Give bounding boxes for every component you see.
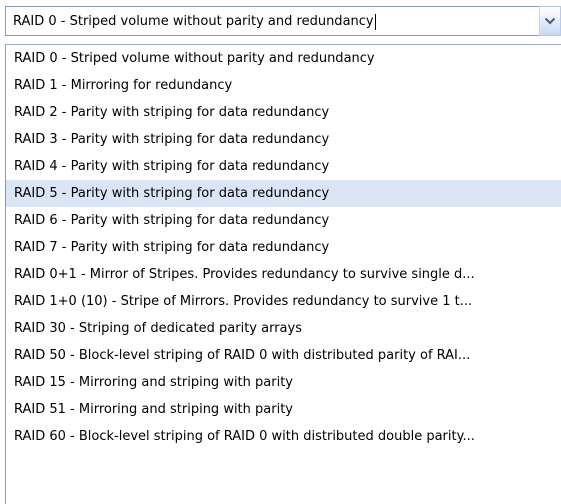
list-item-label: RAID 6 - Parity with striping for data r… bbox=[14, 213, 330, 228]
raid-options-list[interactable]: RAID 0 - Striped volume without parity a… bbox=[5, 44, 561, 504]
list-item[interactable]: RAID 6 - Parity with striping for data r… bbox=[6, 207, 561, 234]
combobox-field[interactable]: RAID 0 - Striped volume without parity a… bbox=[5, 6, 539, 36]
list-item[interactable]: RAID 2 - Parity with striping for data r… bbox=[6, 99, 561, 126]
list-item-label: RAID 3 - Parity with striping for data r… bbox=[14, 132, 330, 147]
list-item[interactable]: RAID 15 - Mirroring and striping with pa… bbox=[6, 369, 561, 396]
list-item-label: RAID 1 - Mirroring for redundancy bbox=[14, 78, 233, 93]
list-item-selected[interactable]: RAID 5 - Parity with striping for data r… bbox=[6, 180, 561, 207]
list-item-label: RAID 1+0 (10) - Stripe of Mirrors. Provi… bbox=[14, 294, 473, 309]
combobox-input[interactable]: RAID 0 - Striped volume without parity a… bbox=[13, 14, 533, 30]
list-item-label: RAID 4 - Parity with striping for data r… bbox=[14, 159, 330, 174]
list-item-label: RAID 50 - Block-level striping of RAID 0… bbox=[14, 348, 471, 363]
chevron-down-icon bbox=[544, 17, 556, 25]
list-item-label: RAID 51 - Mirroring and striping with pa… bbox=[14, 402, 293, 417]
list-item-label: RAID 2 - Parity with striping for data r… bbox=[14, 105, 330, 120]
list-item[interactable]: RAID 3 - Parity with striping for data r… bbox=[6, 126, 561, 153]
list-item-label: RAID 7 - Parity with striping for data r… bbox=[14, 240, 330, 255]
list-item[interactable]: RAID 1 - Mirroring for redundancy bbox=[6, 72, 561, 99]
raid-level-combobox[interactable]: RAID 0 - Striped volume without parity a… bbox=[0, 0, 561, 44]
list-item-label: RAID 60 - Block-level striping of RAID 0… bbox=[14, 429, 475, 444]
list-item-label: RAID 30 - Striping of dedicated parity a… bbox=[14, 321, 302, 336]
list-item[interactable]: RAID 60 - Block-level striping of RAID 0… bbox=[6, 423, 561, 450]
list-item[interactable]: RAID 4 - Parity with striping for data r… bbox=[6, 153, 561, 180]
text-caret bbox=[374, 14, 376, 30]
list-item-label: RAID 0+1 - Mirror of Stripes. Provides r… bbox=[14, 267, 475, 282]
list-item-label: RAID 0 - Striped volume without parity a… bbox=[14, 51, 375, 66]
list-item[interactable]: RAID 0+1 - Mirror of Stripes. Provides r… bbox=[6, 261, 561, 288]
list-item[interactable]: RAID 50 - Block-level striping of RAID 0… bbox=[6, 342, 561, 369]
combobox-value: RAID 0 - Striped volume without parity a… bbox=[13, 14, 374, 29]
list-item[interactable]: RAID 0 - Striped volume without parity a… bbox=[6, 45, 561, 72]
list-item[interactable]: RAID 51 - Mirroring and striping with pa… bbox=[6, 396, 561, 423]
list-item-label: RAID 5 - Parity with striping for data r… bbox=[14, 186, 330, 201]
list-item[interactable]: RAID 7 - Parity with striping for data r… bbox=[6, 234, 561, 261]
list-item[interactable]: RAID 30 - Striping of dedicated parity a… bbox=[6, 315, 561, 342]
dropdown-button[interactable] bbox=[539, 6, 561, 36]
list-item-label: RAID 15 - Mirroring and striping with pa… bbox=[14, 375, 293, 390]
list-item[interactable]: RAID 1+0 (10) - Stripe of Mirrors. Provi… bbox=[6, 288, 561, 315]
